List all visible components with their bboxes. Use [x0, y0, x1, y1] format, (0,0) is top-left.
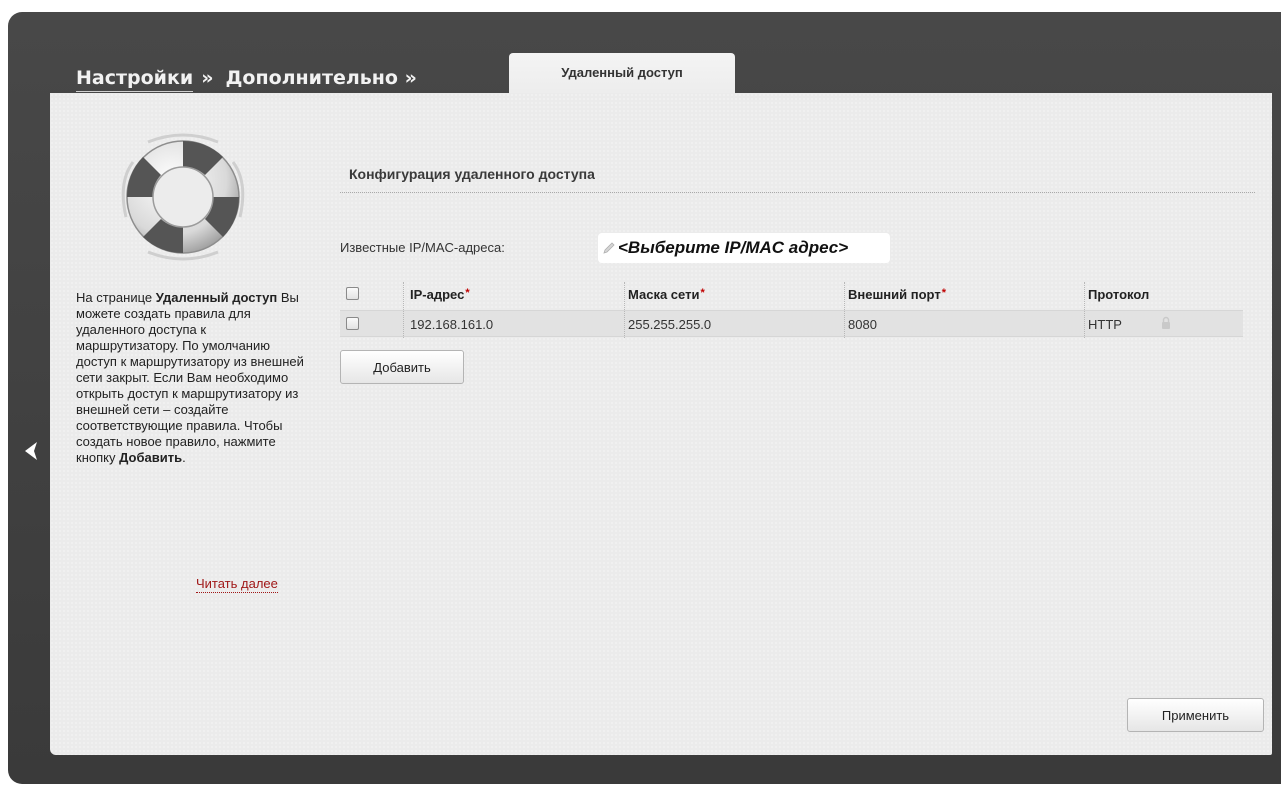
row-mask: 255.255.255.0 — [628, 317, 712, 332]
column-header-mask[interactable]: Маска сети* — [628, 287, 705, 302]
column-divider — [844, 282, 845, 338]
row-protocol: HTTP — [1088, 317, 1122, 332]
read-more-link[interactable]: Читать далее — [196, 576, 278, 593]
column-header-protocol[interactable]: Протокол — [1088, 287, 1149, 302]
breadcrumb-advanced-link[interactable]: Дополнительно » — [225, 66, 416, 92]
breadcrumb-settings-link[interactable]: Настройки — [76, 66, 194, 92]
chevron-left-icon[interactable] — [22, 440, 40, 462]
required-mark: * — [941, 287, 946, 299]
known-addresses-label: Известные IP/MAC-адреса: — [340, 240, 505, 255]
column-divider — [1084, 282, 1085, 338]
row-ip: 192.168.161.0 — [410, 317, 494, 332]
tab-remote-access[interactable]: Удаленный доступ — [509, 53, 735, 97]
pencil-icon — [603, 242, 615, 254]
column-divider — [403, 282, 404, 338]
select-all-checkbox[interactable] — [346, 287, 359, 300]
section-title: Конфигурация удаленного доступа — [349, 166, 595, 182]
required-mark: * — [465, 287, 470, 299]
column-header-ip[interactable]: IP-адрес* — [410, 287, 470, 302]
lifebuoy-icon — [121, 133, 245, 261]
breadcrumb-separator: » — [201, 67, 214, 89]
row-checkbox[interactable] — [346, 317, 359, 330]
section-divider — [340, 192, 1255, 193]
required-mark: * — [700, 287, 705, 299]
add-button[interactable]: Добавить — [340, 350, 464, 384]
apply-button[interactable]: Применить — [1127, 698, 1264, 732]
lock-icon — [1162, 316, 1170, 329]
known-addresses-select[interactable]: <Выберите IP/MAC адрес> — [598, 233, 890, 263]
column-divider — [624, 282, 625, 338]
breadcrumb: Настройки » Дополнительно » — [76, 62, 417, 92]
column-header-port[interactable]: Внешний порт* — [848, 287, 946, 302]
row-port: 8080 — [848, 317, 877, 332]
known-addresses-value: <Выберите IP/MAC адрес> — [618, 238, 849, 257]
help-text: На странице Удаленный доступ Вы можете с… — [76, 290, 304, 465]
table-row[interactable]: 192.168.161.0 255.255.255.0 8080 HTTP — [340, 310, 1243, 337]
